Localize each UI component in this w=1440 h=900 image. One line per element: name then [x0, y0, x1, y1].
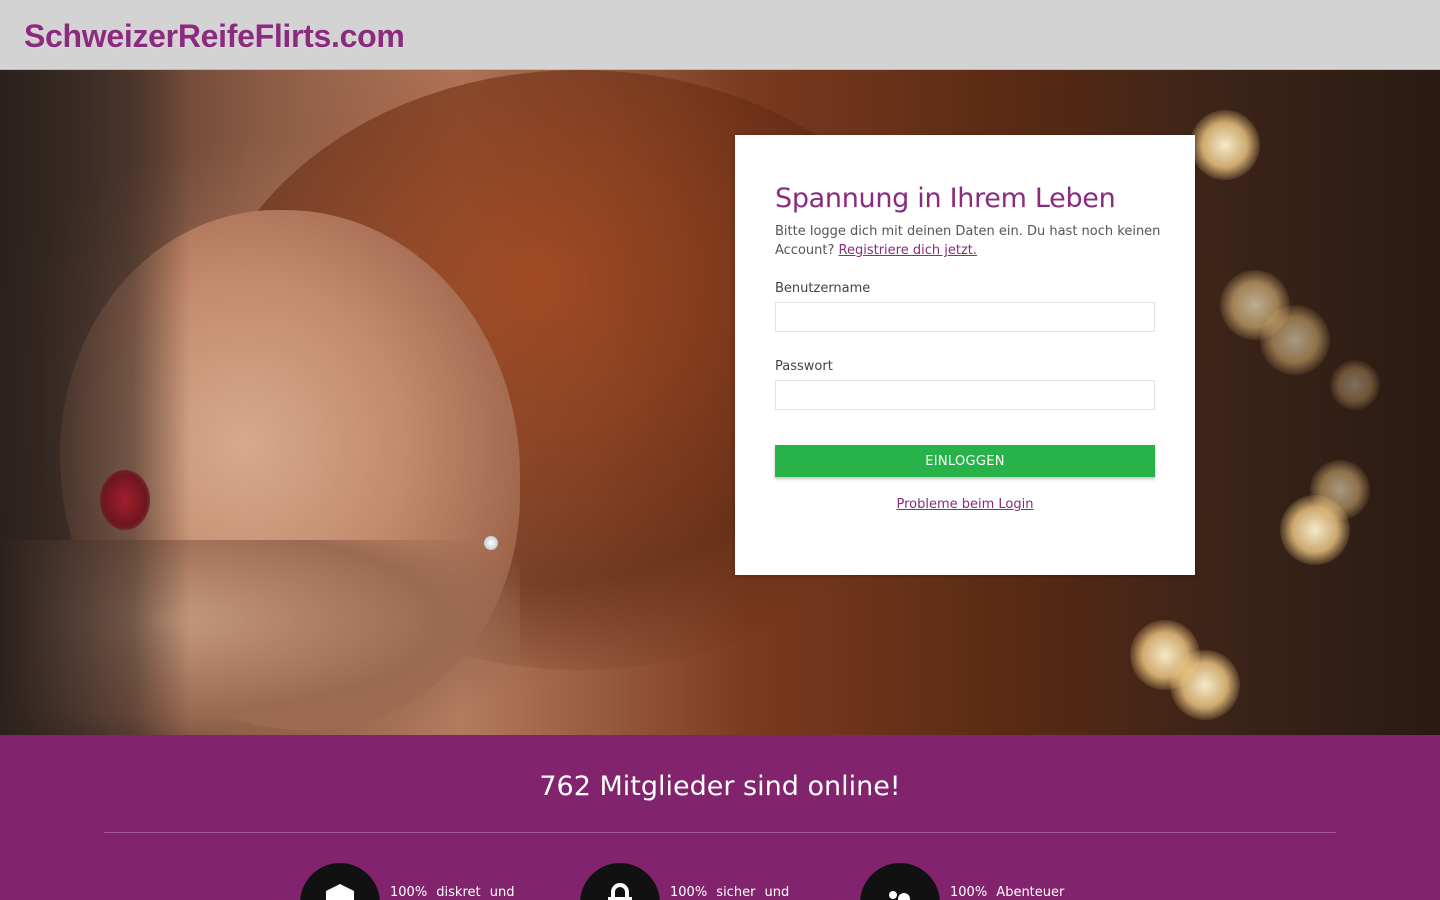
bokeh-light [1190, 110, 1260, 180]
bokeh-light [1310, 460, 1370, 520]
lock-icon [580, 863, 660, 900]
site-logo[interactable]: SchweizerReifeFlirts.com [24, 18, 405, 55]
bokeh-light [1170, 650, 1240, 720]
site-header: SchweizerReifeFlirts.com [0, 0, 1440, 70]
username-input[interactable] [775, 302, 1155, 332]
login-card: Spannung in Ihrem Leben Bitte logge dich… [735, 135, 1195, 575]
bokeh-light [1260, 305, 1330, 375]
password-input[interactable] [775, 380, 1155, 410]
band-divider [104, 832, 1336, 833]
login-problems-link[interactable]: Probleme beim Login [775, 497, 1155, 512]
feature-text: 100% diskret und [390, 885, 515, 900]
username-label: Benutzername [775, 281, 871, 296]
bokeh-light [1330, 360, 1380, 410]
hero-lips [100, 470, 150, 530]
login-intro: Bitte logge dich mit deinen Daten ein. D… [775, 222, 1165, 260]
shield-icon [300, 863, 380, 900]
hero-image [0, 70, 1440, 735]
feature-text: 100% sicher und [670, 885, 790, 900]
password-label: Passwort [775, 359, 833, 374]
people-icon [860, 863, 940, 900]
hero-shadow [0, 70, 190, 735]
register-link[interactable]: Registriere dich jetzt. [839, 243, 977, 258]
login-title: Spannung in Ihrem Leben [775, 183, 1116, 214]
online-count: 762 Mitglieder sind online! [539, 771, 901, 802]
hero-earring [484, 536, 498, 550]
login-button[interactable]: EINLOGGEN [775, 445, 1155, 477]
feature-text: 100% Abenteuer [950, 885, 1065, 900]
stats-band: 762 Mitglieder sind online! 100% diskret… [0, 735, 1440, 900]
